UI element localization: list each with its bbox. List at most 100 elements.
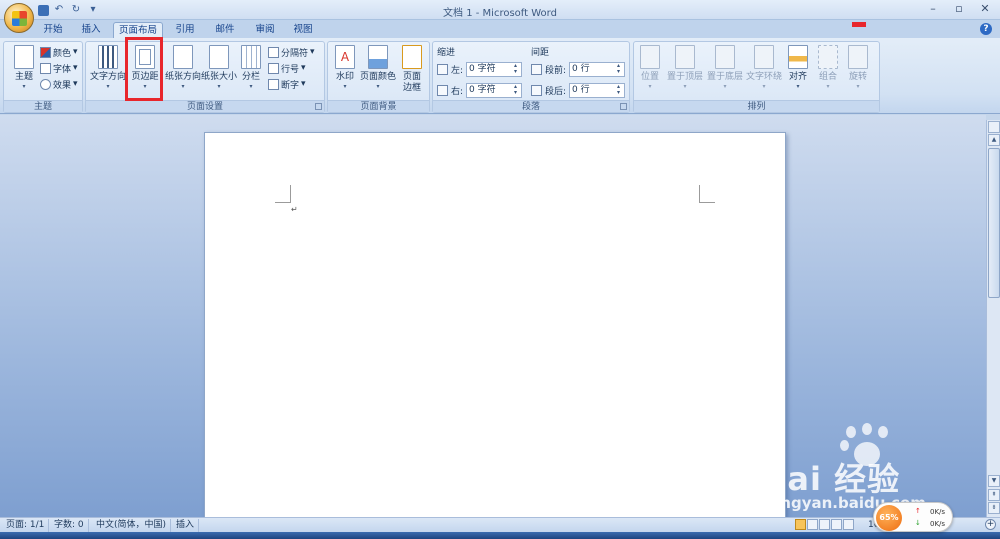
spacing-header: 间距 (531, 48, 550, 58)
bring-front-icon (675, 45, 695, 69)
position-button[interactable]: 位置 ▾ (634, 44, 666, 98)
office-button[interactable] (4, 3, 34, 33)
document-page[interactable]: ↵ (204, 132, 786, 518)
text-direction-icon (98, 45, 118, 69)
align-icon (788, 45, 808, 69)
zoom-in-icon[interactable]: + (985, 519, 996, 530)
network-speed-widget[interactable]: 65% ↑ 0K/s ↓ 0K/s (873, 502, 953, 532)
breaks-label: 分隔符 (281, 48, 309, 59)
orientation-button[interactable]: 纸张方向 ▾ (164, 44, 202, 98)
align-button[interactable]: 对齐 ▾ (783, 44, 813, 98)
spacing-after-input[interactable]: 0 行 (569, 82, 626, 98)
rotate-icon (848, 45, 868, 69)
next-page-icon[interactable]: ⇟ (988, 502, 1000, 514)
spacing-before-label: 段前: (545, 65, 567, 76)
margin-corner-top-left (275, 185, 291, 203)
watermark-button[interactable]: A 水印 ▾ (329, 44, 361, 98)
red-indicator (852, 22, 866, 27)
group-objects-button[interactable]: 组合 ▾ (813, 44, 843, 98)
page-color-label: 页面颜色 (359, 72, 396, 82)
spacing-before-input[interactable]: 0 行 (569, 61, 626, 77)
tab-insert[interactable]: 插入 (76, 22, 106, 38)
full-screen-reading-icon[interactable] (807, 519, 818, 530)
indent-left-input[interactable]: 0 字符 (466, 61, 523, 77)
close-button[interactable]: ✕ (976, 2, 994, 16)
spacing-after-row: 段后: 0 行 (531, 82, 626, 98)
text-wrap-button[interactable]: 文字环绕 ▾ (745, 44, 783, 98)
columns-button[interactable]: 分栏 ▾ (236, 44, 266, 98)
indent-right-row: 右: 0 字符 (437, 82, 523, 98)
send-back-button[interactable]: 置于底层 ▾ (706, 44, 744, 98)
window-controls: – ▫ ✕ (924, 2, 994, 16)
tab-mailings[interactable]: 邮件 (210, 22, 240, 38)
watermark-label: 水印 (335, 72, 354, 82)
tab-review[interactable]: 审阅 (250, 22, 280, 38)
theme-effects-button[interactable]: 效果 ▾ (40, 77, 78, 91)
upload-rate: 0K/s (930, 508, 946, 516)
status-words[interactable]: 字数: 0 (50, 519, 89, 532)
breaks-button[interactable]: 分隔符 ▾ (268, 45, 315, 59)
draft-icon[interactable] (843, 519, 854, 530)
print-layout-icon[interactable] (795, 519, 806, 530)
bring-front-label: 置于顶层 (666, 72, 703, 82)
status-language[interactable]: 中文(简体，中国) (92, 519, 172, 532)
tab-home[interactable]: 开始 (38, 22, 68, 38)
chevron-down-icon: ▾ (826, 83, 830, 90)
download-arrow-icon: ↓ (915, 519, 921, 527)
previous-page-icon[interactable]: ⇞ (988, 489, 1000, 501)
spacing-before-icon (531, 63, 542, 75)
page-setup-launcher-icon[interactable] (315, 103, 322, 110)
vertical-scrollbar[interactable]: ▲ ▼ ⇞ ⇟ (986, 120, 1000, 517)
minimize-button[interactable]: – (924, 2, 942, 16)
title-bar: ↶ ↻ ▾ 文档 1 - Microsoft Word – ▫ ✕ (0, 0, 1000, 20)
office-logo-icon (12, 11, 27, 26)
status-page[interactable]: 页面: 1/1 (2, 519, 50, 532)
status-insert-mode[interactable]: 插入 (172, 519, 200, 532)
scroll-down-icon[interactable]: ▼ (988, 475, 1000, 487)
hyphenation-icon (268, 78, 279, 90)
web-layout-icon[interactable] (819, 519, 830, 530)
chevron-down-icon: ▾ (301, 79, 306, 89)
chevron-down-icon: ▾ (310, 47, 315, 57)
usage-percent: 65% (876, 505, 902, 531)
page-color-button[interactable]: 页面颜色 ▾ (359, 44, 397, 98)
chevron-down-icon: ▾ (73, 47, 78, 57)
orientation-icon (173, 45, 193, 69)
paragraph-launcher-icon[interactable] (620, 103, 627, 110)
theme-colors-button[interactable]: 颜色 ▾ (40, 45, 78, 59)
tab-view[interactable]: 视图 (288, 22, 318, 38)
scroll-thumb[interactable] (988, 148, 1000, 298)
spacing-after-label: 段后: (545, 86, 567, 97)
group-arrange: 位置 ▾ 置于顶层 ▾ 置于底层 ▾ 文字环绕 ▾ 对齐 ▾ 组合 ▾ 旋转 ▾… (633, 41, 880, 113)
group-themes: 主题 ▾ 颜色 ▾ 字体 ▾ 效果 ▾ 主题 (3, 41, 83, 113)
scroll-up-icon[interactable]: ▲ (988, 134, 1000, 146)
maximize-button[interactable]: ▫ (950, 2, 968, 16)
hyphenation-button[interactable]: 断字 ▾ (268, 77, 306, 91)
theme-fonts-button[interactable]: 字体 ▾ (40, 61, 78, 75)
chevron-down-icon: ▾ (106, 83, 110, 90)
size-button[interactable]: 纸张大小 ▾ (200, 44, 238, 98)
page-borders-button[interactable]: 页面边框 (397, 44, 427, 98)
group-page-background: A 水印 ▾ 页面颜色 ▾ 页面边框 页面背景 (327, 41, 430, 113)
group-page-setup: 文字方向 ▾ 页边距 ▾ 纸张方向 ▾ 纸张大小 ▾ 分栏 ▾ 分隔符 ▾ 行号… (85, 41, 325, 113)
help-icon[interactable]: ? (980, 23, 992, 35)
send-back-icon (715, 45, 735, 69)
window-title: 文档 1 - Microsoft Word (443, 8, 557, 19)
chevron-down-icon: ▾ (376, 83, 380, 90)
outline-icon[interactable] (831, 519, 842, 530)
ruler-toggle-icon[interactable] (988, 121, 1000, 133)
margins-highlight-box (125, 37, 163, 101)
page-borders-label: 页面边框 (402, 72, 421, 93)
bring-front-button[interactable]: 置于顶层 ▾ (666, 44, 704, 98)
tab-references[interactable]: 引用 (170, 22, 200, 38)
themes-button[interactable]: 主题 ▾ (5, 44, 43, 98)
indent-right-input[interactable]: 0 字符 (466, 82, 523, 98)
breaks-icon (268, 46, 279, 58)
rotate-button[interactable]: 旋转 ▾ (843, 44, 873, 98)
spacing-before-row: 段前: 0 行 (531, 61, 626, 77)
upload-arrow-icon: ↑ (915, 507, 921, 515)
line-numbers-button[interactable]: 行号 ▾ (268, 61, 306, 75)
text-direction-button[interactable]: 文字方向 ▾ (89, 44, 127, 98)
theme-colors-label: 颜色 (53, 48, 72, 59)
page-size-icon (209, 45, 229, 69)
